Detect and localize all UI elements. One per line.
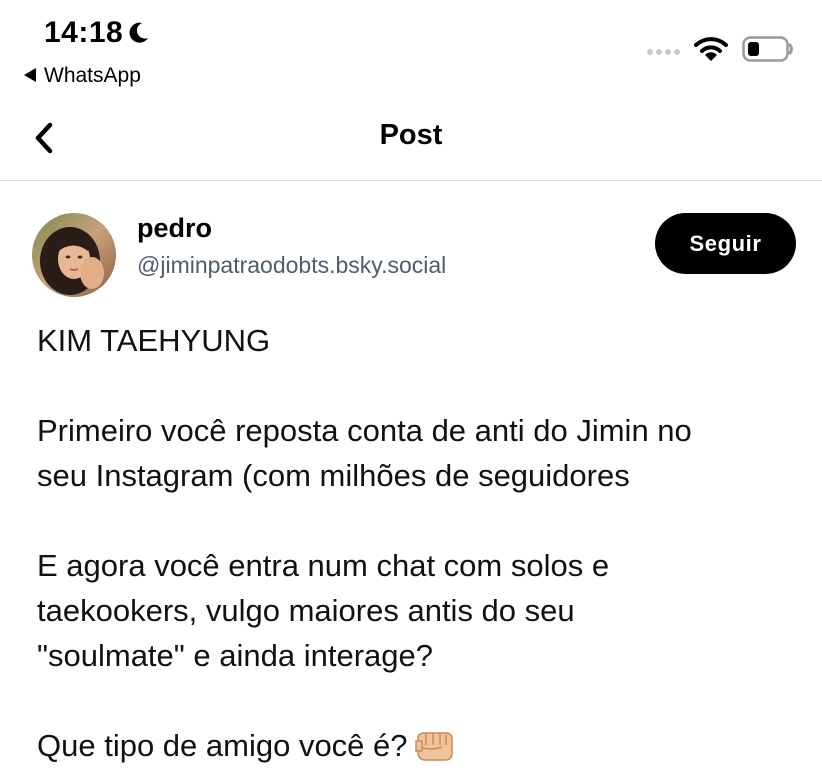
back-app-label: WhatsApp [44, 64, 141, 87]
triangle-left-icon [24, 64, 36, 88]
post-text: KIM TAEHYUNG Primeiro você reposta conta… [37, 318, 807, 775]
moon-icon [129, 22, 149, 44]
author-handle[interactable]: @jiminpatraodobts.bsky.social [137, 252, 446, 279]
nav-divider [0, 180, 822, 181]
post-line: KIM TAEHYUNG [37, 323, 271, 358]
post-line: taekookers, vulgo maiores antis do seu [37, 593, 575, 628]
battery-icon [742, 36, 794, 67]
avatar[interactable] [32, 213, 116, 297]
status-time: 14:18 [44, 16, 149, 50]
follow-button[interactable]: Seguir [655, 213, 796, 274]
status-time-text: 14:18 [44, 16, 124, 49]
back-to-app-link[interactable]: WhatsApp [24, 64, 141, 88]
fist-pointing-emoji-icon [414, 727, 456, 775]
post-paragraph: Primeiro você reposta conta de anti do J… [37, 408, 807, 498]
page-title: Post [379, 119, 443, 151]
post-line: "soulmate" e ainda interage? [37, 638, 433, 673]
status-indicators [647, 36, 794, 67]
signal-dots-icon [647, 48, 680, 55]
post-paragraph: E agora você entra num chat com solos e … [37, 543, 807, 678]
post-line: Que tipo de amigo você é? [37, 728, 408, 763]
post-line: Primeiro você reposta conta de anti do J… [37, 413, 692, 448]
post-line: E agora você entra num chat com solos e [37, 548, 610, 583]
post-paragraph: Que tipo de amigo você é? [37, 723, 807, 775]
post-line: seu Instagram (com milhões de seguidores [37, 458, 630, 493]
post-paragraph: KIM TAEHYUNG [37, 318, 807, 363]
wifi-icon [694, 36, 728, 67]
author-name[interactable]: pedro [137, 213, 212, 244]
